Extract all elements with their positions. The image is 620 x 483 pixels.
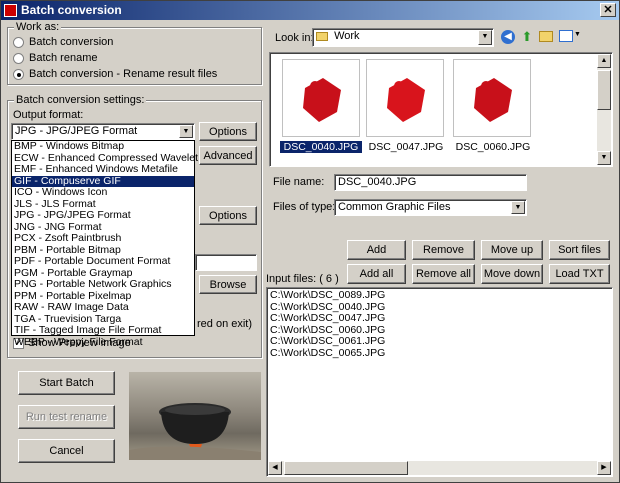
move-up-button[interactable]: Move up [481,240,543,260]
file-name-input[interactable]: DSC_0040.JPG [334,174,527,191]
thumbnail-label-2: DSC_0047.JPG [368,141,444,153]
output-format-select[interactable]: JPG - JPG/JPEG Format ▼ [11,123,195,140]
files-of-type-label: Files of type: [273,201,336,213]
load-txt-button[interactable]: Load TXT [549,264,610,284]
image-icon [303,78,341,122]
advanced-button[interactable]: Advanced [199,146,257,165]
format-option[interactable]: PNG - Portable Network Graphics [12,278,194,291]
work-as-label: Work as: [14,21,62,33]
view-menu-icon[interactable] [559,30,573,42]
back-icon[interactable]: ◀ [501,30,515,44]
chevron-down-icon[interactable]: ▼ [511,201,525,214]
list-item[interactable]: C:\Work\DSC_0061.JPG [267,335,612,348]
format-option[interactable]: RAW - RAW Image Data [12,301,194,314]
batch-conversion-window: Batch conversion ✕ Work as: Batch conver… [0,0,620,483]
sort-files-button[interactable]: Sort files [549,240,610,260]
output-folder-input[interactable] [195,254,257,271]
file-name-label: File name: [273,176,325,188]
look-in-value: Work [334,30,360,42]
look-in-select[interactable]: Work ▼ [312,28,494,47]
option-tail-text: red on exit) [197,318,253,330]
window-title: Batch conversion [21,3,122,17]
radio-batch-conversion-rename[interactable] [13,69,24,80]
format-option[interactable]: JPG - JPG/JPEG Format [12,209,194,222]
new-folder-icon[interactable] [539,31,553,42]
input-files-list[interactable]: C:\Work\DSC_0089.JPG C:\Work\DSC_0040.JPG… [266,287,613,477]
format-option[interactable]: TIF - Tagged Image File Format [12,324,194,337]
thumbnail-3[interactable] [453,59,531,137]
format-option[interactable]: EMF - Enhanced Windows Metafile [12,163,194,176]
app-icon [4,4,17,17]
cancel-button[interactable]: Cancel [18,439,115,463]
scroll-up-icon[interactable]: ▲ [597,54,611,68]
list-item[interactable]: C:\Work\DSC_0089.JPG [267,289,612,302]
radio-batch-conversion[interactable] [13,37,24,48]
preview-image [129,372,261,460]
settings-label: Batch conversion settings: [14,94,147,106]
browser-scrollbar[interactable]: ▲ ▼ [597,54,611,165]
look-in-label: Look in: [275,32,314,44]
close-icon[interactable]: ✕ [600,3,616,17]
scroll-thumb[interactable] [597,70,611,110]
image-icon [387,78,425,122]
chevron-down-icon[interactable]: ▼ [179,125,193,138]
format-option[interactable]: PCX - Zsoft Paintbrush [12,232,194,245]
list-item[interactable]: C:\Work\DSC_0047.JPG [267,312,612,325]
file-browser-pane[interactable]: DSC_0040.JPG DSC_0047.JPG DSC_0060.JPG ▲… [269,52,613,167]
scroll-down-icon[interactable]: ▼ [597,151,611,165]
thumbnail-label-3: DSC_0060.JPG [455,141,531,153]
format-option[interactable]: PDF - Portable Document Format [12,255,194,268]
move-down-button[interactable]: Move down [481,264,543,284]
remove-button[interactable]: Remove [412,240,475,260]
scroll-left-icon[interactable]: ◀ [268,461,282,475]
file-name-value: DSC_0040.JPG [338,176,417,188]
output-format-value: JPG - JPG/JPEG Format [15,125,138,137]
image-icon [474,78,512,122]
title-bar: Batch conversion ✕ [1,1,619,20]
thumbnail-2[interactable] [366,59,444,137]
rename-options-button[interactable]: Options [199,206,257,225]
add-all-button[interactable]: Add all [347,264,406,284]
add-button[interactable]: Add [347,240,406,260]
remove-all-button[interactable]: Remove all [412,264,475,284]
scroll-right-icon[interactable]: ▶ [597,461,611,475]
radio-batch-rename[interactable] [13,53,24,64]
list-item[interactable]: C:\Work\DSC_0065.JPG [267,347,612,360]
format-option[interactable]: ICO - Windows Icon [12,186,194,199]
format-option[interactable]: BMP - Windows Bitmap [12,140,194,153]
format-option[interactable]: WEBP - Weppy File Format [12,336,194,349]
radio-batch-conversion-label[interactable]: Batch conversion [29,36,113,48]
files-of-type-select[interactable]: Common Graphic Files ▼ [334,199,527,216]
radio-batch-rename-label[interactable]: Batch rename [29,52,97,64]
up-folder-icon[interactable]: ⬆ [520,29,534,44]
browse-button[interactable]: Browse [199,275,257,294]
input-files-label: Input files: ( 6 ) [266,273,339,285]
thumbnail-label-1: DSC_0040.JPG [280,141,362,153]
horizontal-scrollbar[interactable]: ◀ ▶ [268,461,611,475]
thumbnail-1[interactable] [282,59,360,137]
start-batch-button[interactable]: Start Batch [18,371,115,395]
output-format-label: Output format: [13,109,84,121]
scroll-thumb[interactable] [284,461,408,475]
folder-icon [316,31,328,41]
files-of-type-value: Common Graphic Files [338,201,451,213]
format-options-button[interactable]: Options [199,122,257,141]
chevron-down-icon[interactable]: ▼ [478,30,492,45]
chevron-down-icon[interactable]: ▼ [574,31,581,38]
output-format-dropdown-list[interactable]: BMP - Windows Bitmap ECW - Enhanced Compr… [11,140,198,347]
radio-batch-conversion-rename-label[interactable]: Batch conversion - Rename result files [29,68,217,80]
run-test-rename-button[interactable]: Run test rename [18,405,115,429]
